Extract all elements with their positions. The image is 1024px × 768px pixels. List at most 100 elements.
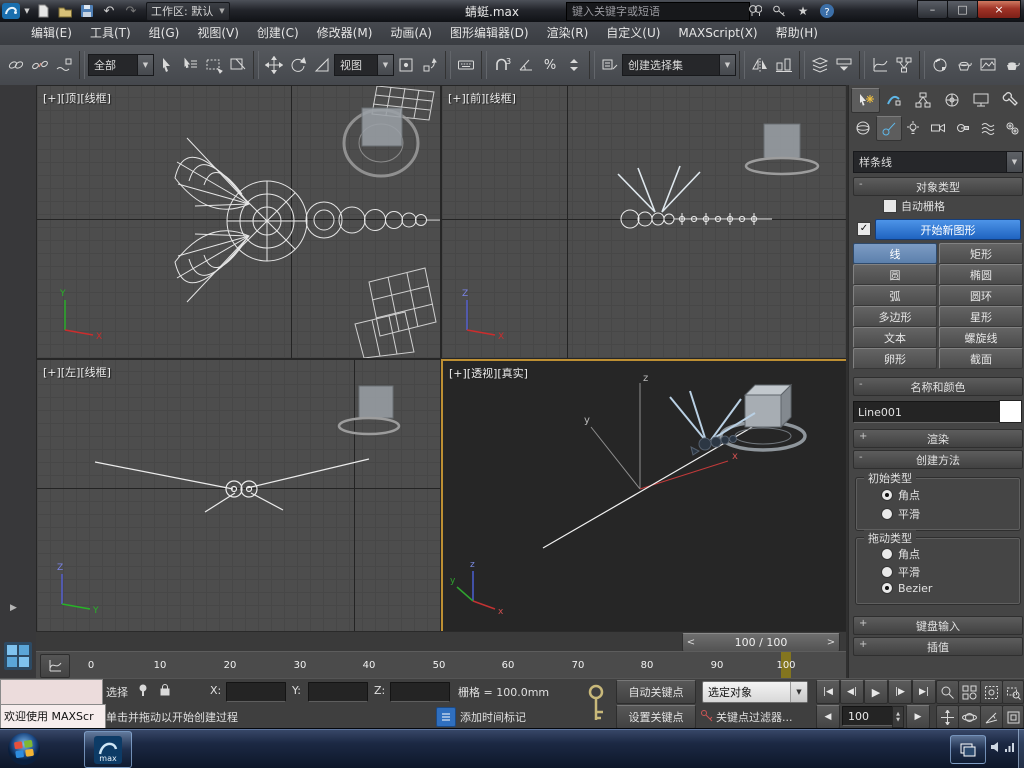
selection-filter-dropdown[interactable]: 全部 ▼ [88,54,154,76]
close-button[interactable]: × [977,0,1021,19]
shape-button-egg[interactable]: 卵形 [853,348,937,369]
play-animation-button[interactable]: ▶ [864,680,888,704]
track-bar[interactable]: 0 10 20 30 40 50 60 70 80 90 100 [36,651,846,680]
shape-button-ellipse[interactable]: 椭圆 [939,264,1023,285]
start-new-shape-checkbox[interactable]: ✓ [857,222,871,236]
field-of-view-icon[interactable] [980,705,1003,729]
snaps-toggle-3d-icon[interactable]: 3 [490,52,514,78]
maxscript-listener-top[interactable] [0,679,103,706]
start-button[interactable] [6,731,42,768]
select-and-rotate-icon[interactable] [286,52,310,78]
viewport-perspective[interactable]: [+][透视][真实] z y x [441,359,850,635]
go-to-start-button[interactable]: |◀ [816,680,840,704]
menu-group[interactable]: 组(G) [140,22,189,45]
viewport-left-label[interactable]: [+][左][线框] [43,364,111,380]
initial-corner-radio[interactable] [881,489,893,501]
time-slider[interactable]: < 100 / 100 > [36,631,846,653]
save-file-icon[interactable] [77,2,97,20]
render-production-icon[interactable] [1000,52,1024,78]
key-filters-button[interactable]: 关键点过滤器... [716,709,793,725]
pan-view-icon[interactable] [936,705,959,729]
previous-frame-step-button[interactable]: ◀ [816,705,840,729]
current-frame-field[interactable]: 100 [842,706,897,726]
rollout-rendering[interactable]: + 渲染 [853,429,1023,448]
align-icon[interactable] [772,52,796,78]
y-coord-field[interactable] [308,682,368,702]
zoom-extents-icon[interactable] [980,680,1003,704]
maximize-button[interactable]: □ [947,0,978,19]
initial-smooth-radio-row[interactable]: 平滑 [881,506,920,522]
workspace-dropdown[interactable]: 工作区: 默认 ▼ [146,2,230,21]
tab-motion[interactable] [938,88,965,111]
subtab-shapes[interactable] [876,116,902,141]
shape-button-star[interactable]: 星形 [939,306,1023,327]
viewport-perspective-label[interactable]: [+][透视][真实] [449,365,528,381]
shape-button-text[interactable]: 文本 [853,327,937,348]
initial-smooth-radio[interactable] [881,508,893,520]
key-filters-icon[interactable] [700,708,714,725]
time-slider-handle[interactable]: < 100 / 100 > [682,633,840,652]
taskbar-3dsmax-button[interactable]: max [84,731,132,768]
tab-create[interactable] [851,88,880,113]
maxscript-listener-welcome[interactable]: 欢迎使用 MAXScr [0,704,106,731]
shape-button-donut[interactable]: 圆环 [939,285,1023,306]
subtab-cameras[interactable] [926,116,950,139]
mirror-icon[interactable] [748,52,772,78]
undo-icon[interactable]: ↶ [99,2,119,20]
shape-button-helix[interactable]: 螺旋线 [939,327,1023,348]
window-crossing-icon[interactable] [226,52,250,78]
keyboard-shortcut-override-icon[interactable] [454,52,478,78]
zoom-icon[interactable] [936,680,959,704]
select-object-icon[interactable] [154,52,178,78]
drag-bezier-radio[interactable] [881,582,893,594]
drag-bezier-radio-row[interactable]: Bezier [881,582,932,595]
use-pivot-point-icon[interactable] [394,52,418,78]
time-tag-icon[interactable] [436,707,456,727]
rollout-keyboard-entry[interactable]: + 键盘输入 [853,616,1023,635]
drag-corner-radio-row[interactable]: 角点 [881,546,920,562]
menu-modifiers[interactable]: 修改器(M) [308,22,382,45]
curve-editor-icon[interactable] [868,52,892,78]
go-to-end-button[interactable]: ▶| [912,680,936,704]
menu-tools[interactable]: 工具(T) [81,22,140,45]
menu-views[interactable]: 视图(V) [188,22,248,45]
selection-filter-set-dropdown[interactable]: 选定对象 ▼ [702,681,808,703]
spinner-down-icon[interactable]: ▼ [896,717,900,723]
auto-key-button[interactable]: 自动关键点 [616,680,696,704]
rendered-frame-window-icon[interactable] [976,52,1000,78]
infocenter-search-input[interactable] [566,2,750,21]
chevron-down-icon[interactable]: ▼ [719,55,735,75]
shape-button-ngon[interactable]: 多边形 [853,306,937,327]
z-coord-field[interactable] [390,682,450,702]
frame-spinner[interactable]: ▲ ▼ [892,706,904,728]
object-color-swatch[interactable] [999,400,1022,423]
rectangular-selection-region-icon[interactable] [202,52,226,78]
drag-smooth-radio[interactable] [881,566,893,578]
drag-corner-radio[interactable] [881,548,893,560]
object-name-field[interactable]: Line001 [853,401,1003,423]
schematic-view-icon[interactable] [892,52,916,78]
isolate-selection-icon[interactable] [134,681,152,699]
edit-named-selection-sets-icon[interactable] [598,52,622,78]
redo-icon[interactable]: ↷ [121,2,141,20]
previous-frame-button[interactable]: < [683,637,699,648]
select-and-manipulate-icon[interactable] [418,52,442,78]
zoom-all-icon[interactable] [958,680,981,704]
x-coord-field[interactable] [226,682,286,702]
menu-animation[interactable]: 动画(A) [381,22,441,45]
mini-curve-editor-icon[interactable] [40,654,70,678]
tray-notification-icon[interactable] [950,735,986,764]
shape-button-rectangle[interactable]: 矩形 [939,243,1023,264]
autogrid-checkbox[interactable] [883,199,897,213]
viewport-top-label[interactable]: [+][顶][线框] [43,90,111,106]
chevron-down-icon[interactable]: ▼ [1006,152,1022,172]
tray-volume-icon[interactable] [990,741,1002,756]
subtab-helpers[interactable] [951,116,975,139]
graphite-ribbon-icon[interactable] [832,52,856,78]
initial-corner-radio-row[interactable]: 角点 [881,487,920,503]
chevron-down-icon[interactable]: ▼ [377,55,393,75]
shape-button-arc[interactable]: 弧 [853,285,937,306]
maximize-viewport-toggle-icon[interactable] [1002,705,1024,729]
angle-snap-toggle-icon[interactable] [514,52,538,78]
rollout-interpolation[interactable]: + 插值 [853,637,1023,656]
